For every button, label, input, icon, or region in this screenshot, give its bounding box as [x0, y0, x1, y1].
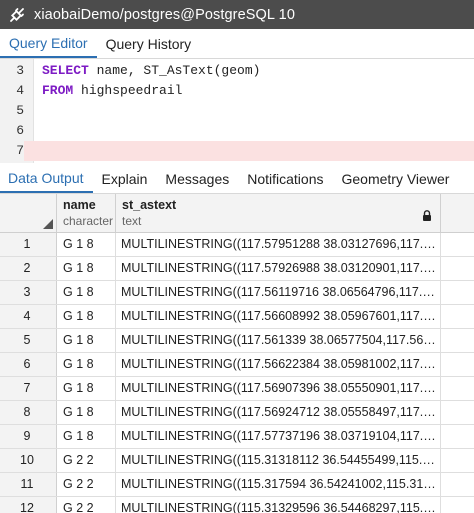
table-row[interactable]: 3G 1 8 MULTILINESTRING((117.56119716 38.0… — [0, 281, 474, 305]
line-number: 7 — [0, 141, 24, 161]
cell-st-astext[interactable]: MULTILINESTRING((117.56924712 38.0555849… — [116, 401, 441, 424]
table-row[interactable]: 6G 1 8 MULTILINESTRING((117.56622384 38.0… — [0, 353, 474, 377]
column-header-name[interactable]: name character — [57, 194, 116, 232]
cell-st-astext[interactable]: MULTILINESTRING((117.56907396 38.0555090… — [116, 377, 441, 400]
tab-notifications[interactable]: Notifications — [238, 165, 332, 193]
cell-st-astext[interactable]: MULTILINESTRING((115.317594 36.54241002,… — [116, 473, 441, 496]
table-row[interactable]: 8G 1 8 MULTILINESTRING((117.56924712 38.0… — [0, 401, 474, 425]
table-row[interactable]: 4G 1 8 MULTILINESTRING((117.56608992 38.0… — [0, 305, 474, 329]
row-number[interactable]: 1 — [0, 233, 57, 256]
editor-line[interactable]: 3 SELECT name, ST_AsText(geom) — [0, 61, 474, 81]
sql-keyword: FROM — [42, 83, 74, 98]
line-code: SELECT name, ST_AsText(geom) — [42, 61, 260, 81]
table-row[interactable]: 7G 1 8 MULTILINESTRING((117.56907396 38.0… — [0, 377, 474, 401]
column-type: text — [122, 214, 142, 228]
cell-st-astext[interactable]: MULTILINESTRING((117.56119716 38.0656479… — [116, 281, 441, 304]
cell-st-astext[interactable]: MULTILINESTRING((117.561339 38.06577504,… — [116, 329, 441, 352]
lock-icon — [422, 208, 432, 221]
row-number[interactable]: 2 — [0, 257, 57, 280]
window-title: xiaobaiDemo/postgres@PostgreSQL 10 — [34, 6, 295, 23]
editor-line[interactable]: 7 — [0, 141, 474, 161]
cell-name[interactable]: G 1 8 — [57, 233, 116, 256]
line-number: 6 — [16, 123, 24, 138]
cell-name[interactable]: G 2 2 — [57, 473, 116, 496]
table-row[interactable]: 11 G 2 2 MULTILINESTRING((115.317594 36.54… — [0, 473, 474, 497]
column-name: st_astext — [122, 198, 177, 212]
tab-query-history[interactable]: Query History — [97, 29, 201, 58]
row-number[interactable]: 7 — [0, 377, 57, 400]
table-row[interactable]: 5G 1 8 MULTILINESTRING((117.561339 38.065… — [0, 329, 474, 353]
table-row[interactable]: 2G 1 8 MULTILINESTRING((117.57926988 38.0… — [0, 257, 474, 281]
tab-geometry-viewer[interactable]: Geometry Viewer — [333, 165, 459, 193]
editor-tabs: Query Editor Query History — [0, 29, 474, 59]
row-number[interactable]: 8 — [0, 401, 57, 424]
cell-name[interactable]: G 1 8 — [57, 377, 116, 400]
cell-st-astext[interactable]: MULTILINESTRING((117.56622384 38.0598100… — [116, 353, 441, 376]
column-name: name — [63, 198, 96, 212]
sql-token: highspeedrail — [73, 83, 183, 98]
line-number: 4 — [16, 83, 24, 98]
line-number: 5 — [16, 103, 24, 118]
row-number[interactable]: 6 — [0, 353, 57, 376]
line-number: 3 — [16, 63, 24, 78]
table-row[interactable]: 9G 1 8 MULTILINESTRING((117.57737196 38.0… — [0, 425, 474, 449]
tab-messages[interactable]: Messages — [156, 165, 238, 193]
connection-plug-icon — [8, 6, 26, 24]
select-all-corner[interactable] — [0, 194, 57, 232]
result-grid: name character st_astext text 1G 1 8 MULT… — [0, 194, 474, 513]
column-type: character — [63, 214, 114, 228]
cell-name[interactable]: G 2 2 — [57, 449, 116, 472]
table-row[interactable]: 1G 1 8 MULTILINESTRING((117.57951288 38.0… — [0, 233, 474, 257]
cell-st-astext[interactable]: MULTILINESTRING((117.56608992 38.0596760… — [116, 305, 441, 328]
cell-name[interactable]: G 1 8 — [57, 305, 116, 328]
row-number[interactable]: 11 — [0, 473, 57, 496]
cell-st-astext[interactable]: MULTILINESTRING((117.57951288 38.0312769… — [116, 233, 441, 256]
title-bar: xiaobaiDemo/postgres@PostgreSQL 10 — [0, 0, 474, 29]
row-number[interactable]: 12 — [0, 497, 57, 513]
cell-name[interactable]: G 1 8 — [57, 257, 116, 280]
tab-data-output[interactable]: Data Output — [0, 165, 93, 193]
row-number[interactable]: 3 — [0, 281, 57, 304]
cell-name[interactable]: G 1 8 — [57, 425, 116, 448]
cell-st-astext[interactable]: MULTILINESTRING((117.57926988 38.0312090… — [116, 257, 441, 280]
cell-name[interactable]: G 1 8 — [57, 329, 116, 352]
line-code: FROM highspeedrail — [42, 81, 182, 101]
tab-explain[interactable]: Explain — [93, 165, 157, 193]
tab-query-editor[interactable]: Query Editor — [0, 29, 97, 58]
table-row[interactable]: 12 G 2 2 MULTILINESTRING((115.31329596 36.… — [0, 497, 474, 513]
grid-header: name character st_astext text — [0, 194, 474, 233]
cell-name[interactable]: G 2 2 — [57, 497, 116, 513]
editor-line[interactable]: 4 FROM highspeedrail — [0, 81, 474, 101]
sql-token: name, ST_AsText(geom) — [88, 63, 261, 78]
cell-st-astext[interactable]: MULTILINESTRING((115.31329596 36.5446829… — [116, 497, 441, 513]
sql-editor[interactable]: 3 SELECT name, ST_AsText(geom) 4 FROM highs… — [0, 59, 474, 163]
column-header-st-astext[interactable]: st_astext text — [116, 194, 441, 232]
output-tabs: Data Output Explain Messages Notificatio… — [0, 165, 474, 194]
cell-name[interactable]: G 1 8 — [57, 401, 116, 424]
cell-st-astext[interactable]: MULTILINESTRING((117.57737196 38.0371910… — [116, 425, 441, 448]
row-number[interactable]: 9 — [0, 425, 57, 448]
editor-line[interactable]: 6 — [0, 121, 474, 141]
cell-name[interactable]: G 1 8 — [57, 353, 116, 376]
corner-triangle-icon — [43, 219, 53, 229]
row-number[interactable]: 4 — [0, 305, 57, 328]
row-number[interactable]: 5 — [0, 329, 57, 352]
table-row[interactable]: 10 G 2 2 MULTILINESTRING((115.31318112 36.… — [0, 449, 474, 473]
cell-name[interactable]: G 1 8 — [57, 281, 116, 304]
sql-keyword: SELECT — [42, 63, 89, 78]
row-number[interactable]: 10 — [0, 449, 57, 472]
cell-st-astext[interactable]: MULTILINESTRING((115.31318112 36.5445549… — [116, 449, 441, 472]
editor-line[interactable]: 5 — [0, 101, 474, 121]
